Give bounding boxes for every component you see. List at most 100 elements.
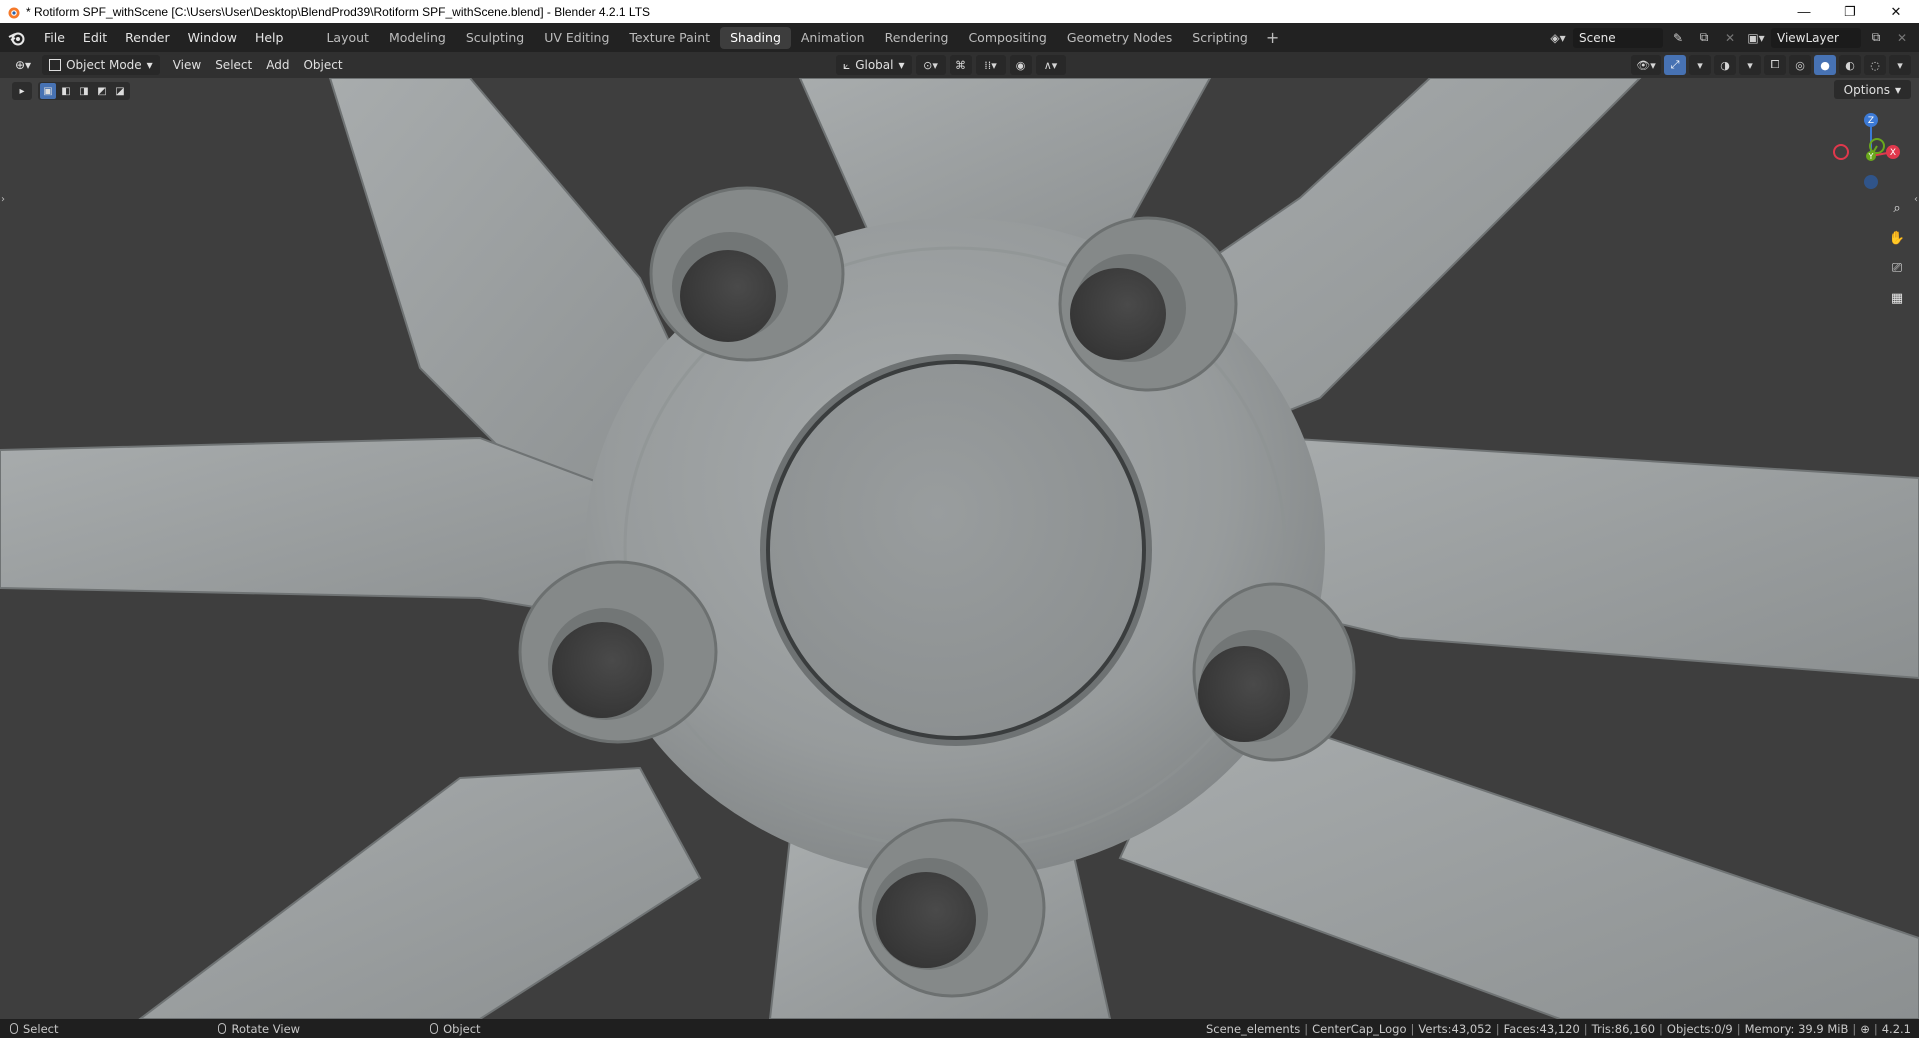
tab-sculpting[interactable]: Sculpting [456,27,534,49]
gizmo-x-label: X [1890,148,1896,158]
shading-dropdown-icon[interactable]: ▾ [1889,55,1911,75]
sidebar-expand-icon[interactable]: ‹ [1914,194,1918,205]
falloff-icon[interactable]: ∧▾ [1035,55,1066,75]
window-title: * Rotiform SPF_withScene [C:\Users\User\… [26,4,651,19]
select-tool-icon[interactable]: ▸ [12,82,32,100]
menu-add[interactable]: Add [259,55,296,75]
mode-dropdown[interactable]: Object Mode ▾ [42,55,160,75]
gizmo-dropdown-icon[interactable]: ▾ [1689,55,1711,75]
delete-scene-icon[interactable]: ✕ [1719,28,1741,48]
view-layer-name: ViewLayer [1777,30,1839,45]
3d-viewport[interactable]: › ‹ [0,78,1919,1019]
hint-rotate-label: Rotate View [231,1021,301,1036]
options-label: Options [1843,82,1890,97]
mouse-middle-icon [218,1023,227,1034]
visibility-icon[interactable]: 👁▾ [1631,55,1661,75]
wheel-render [0,78,1919,1019]
chevron-down-icon: ▾ [146,58,153,72]
select-intersect-icon[interactable]: ◪ [112,83,128,99]
toolbar-expand-icon[interactable]: › [1,194,5,205]
menu-file[interactable]: File [35,23,74,52]
tab-texture-paint[interactable]: Texture Paint [619,27,720,49]
tab-geometry-nodes[interactable]: Geometry Nodes [1057,27,1182,49]
chevron-down-icon: ▾ [898,58,905,72]
blender-app-icon [8,7,20,18]
material-shading-icon[interactable]: ◐ [1839,55,1861,75]
select-extend-icon[interactable]: ◧ [58,83,74,99]
select-subtract-icon[interactable]: ◨ [76,83,92,99]
tab-compositing[interactable]: Compositing [958,27,1056,49]
hint-select-label: Select [23,1021,59,1036]
add-workspace-button[interactable]: + [1258,28,1287,47]
topbar: File Edit Render Window Help Layout Mode… [0,23,1919,52]
tab-uv-editing[interactable]: UV Editing [534,27,619,49]
editor-type-icon[interactable]: ⊕▾ [8,55,38,75]
menu-help[interactable]: Help [246,23,293,52]
stat-active-object: CenterCap_Logo [1312,1021,1407,1036]
stat-verts: Verts:43,052 [1418,1021,1492,1036]
select-invert-icon[interactable]: ◩ [94,83,110,99]
options-dropdown[interactable]: Options ▾ [1833,80,1911,99]
xray-toggle-icon[interactable]: ⧠ [1764,55,1786,75]
menu-edit[interactable]: Edit [74,23,116,52]
pan-hand-icon[interactable]: ✋ [1885,226,1909,250]
delete-view-layer-icon[interactable]: ✕ [1891,28,1913,48]
rendered-shading-icon[interactable]: ◌ [1864,55,1886,75]
minimize-button[interactable]: — [1781,0,1827,23]
scene-icon[interactable]: ◈▾ [1547,28,1569,48]
overlays-toggle-icon[interactable]: ◑ [1714,55,1736,75]
viewport-header: ⊕▾ Object Mode ▾ View Select Add Object … [0,52,1919,78]
tab-modeling[interactable]: Modeling [379,27,456,49]
selection-mode-group: ▣ ◧ ◨ ◩ ◪ [38,82,130,100]
tab-layout[interactable]: Layout [316,27,379,49]
snap-toggle-icon[interactable]: ⌘ [949,55,972,75]
network-icon: ⊕ [1860,1021,1870,1036]
stat-tris: Tris:86,160 [1591,1021,1656,1036]
scene-name-field[interactable]: Scene [1573,27,1663,48]
pivot-point-icon[interactable]: ⊙▾ [915,55,946,75]
mouse-right-icon [430,1023,439,1034]
hint-object: Object [430,1021,481,1036]
menu-window[interactable]: Window [179,23,246,52]
gizmo-z-label: Z [1868,116,1874,126]
view-layer-field[interactable]: ViewLayer [1771,27,1861,48]
chevron-down-icon: ▾ [1894,82,1901,97]
perspective-toggle-icon[interactable]: ▦ [1885,286,1909,310]
proportional-edit-icon[interactable]: ◉ [1009,55,1032,75]
tab-scripting[interactable]: Scripting [1182,27,1258,49]
pin-icon[interactable]: ✎ [1667,28,1689,48]
close-window-button[interactable]: ✕ [1873,0,1919,23]
new-scene-icon[interactable]: ⧉ [1693,28,1715,48]
gizmo-toggle-icon[interactable]: ⤢ [1664,55,1686,75]
stat-version: 4.2.1 [1881,1021,1911,1036]
snap-target-icon[interactable]: ⁞⁞▾ [975,55,1006,75]
window-titlebar: * Rotiform SPF_withScene [C:\Users\User\… [0,0,1919,23]
navigation-gizmo[interactable]: Z X Y [1833,108,1903,198]
overlays-dropdown-icon[interactable]: ▾ [1739,55,1761,75]
tool-settings: ▸ ▣ ◧ ◨ ◩ ◪ [12,82,130,100]
object-mode-icon [49,59,62,71]
scene-name: Scene [1579,30,1616,45]
tab-animation[interactable]: Animation [791,27,875,49]
mouse-left-icon [10,1023,18,1034]
menu-object[interactable]: Object [296,55,349,75]
stat-collection: Scene_elements [1205,1021,1301,1036]
menu-view[interactable]: View [166,55,208,75]
transform-orientation-dropdown[interactable]: ⟀ Global ▾ [836,55,912,75]
blender-menu-icon[interactable] [8,29,26,47]
tab-rendering[interactable]: Rendering [875,27,959,49]
stat-objects: Objects:0/9 [1666,1021,1733,1036]
view-layer-icon[interactable]: ▣▾ [1745,28,1767,48]
tab-shading[interactable]: Shading [720,26,791,49]
hint-object-label: Object [443,1021,481,1036]
menu-render[interactable]: Render [116,23,179,52]
solid-shading-icon[interactable]: ● [1814,55,1836,75]
restore-button[interactable]: ❐ [1827,0,1873,23]
camera-view-icon[interactable]: ⎚ [1885,256,1909,280]
select-new-icon[interactable]: ▣ [40,83,56,99]
wireframe-shading-icon[interactable]: ◎ [1789,55,1811,75]
zoom-icon[interactable]: ⌕ [1885,196,1909,220]
menu-select[interactable]: Select [208,55,259,75]
new-view-layer-icon[interactable]: ⧉ [1865,28,1887,48]
hint-select: Select [10,1022,58,1036]
